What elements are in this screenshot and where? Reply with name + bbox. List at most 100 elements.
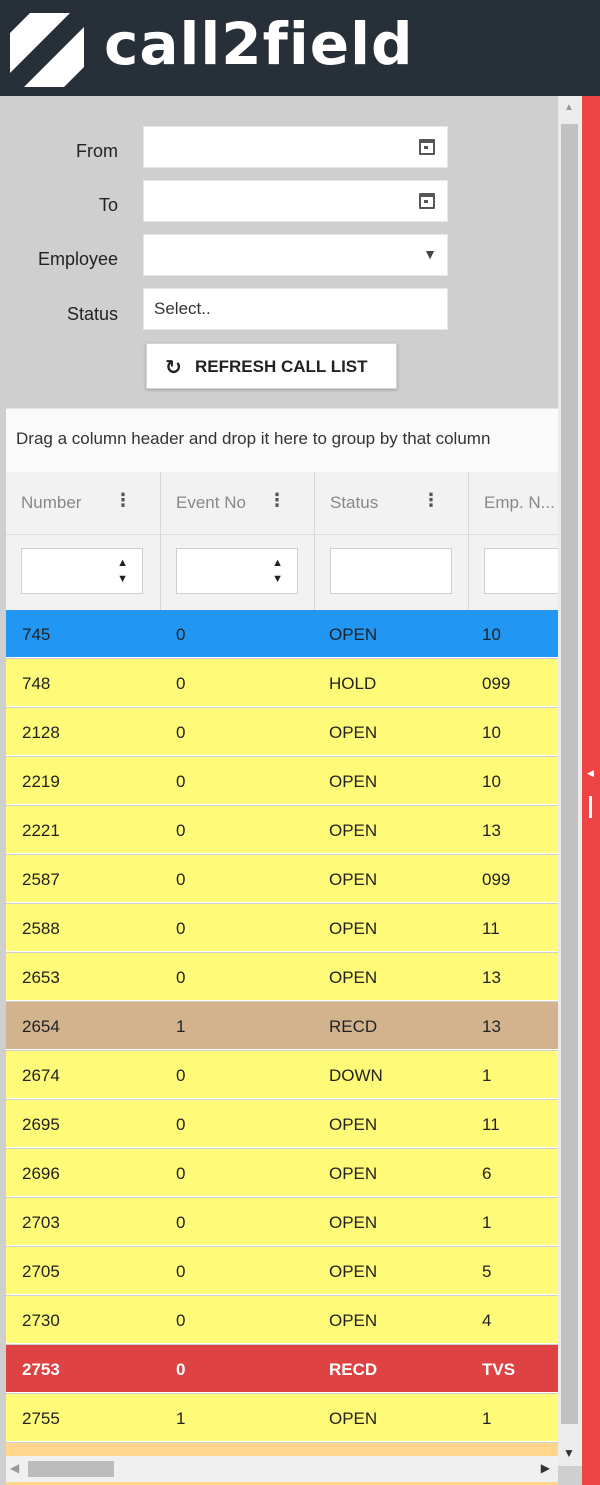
scroll-thumb[interactable] xyxy=(561,124,578,1424)
horizontal-scrollbar[interactable]: ◀ ▶ xyxy=(6,1456,558,1482)
group-drop-area[interactable]: Drag a column header and drop it here to… xyxy=(6,408,558,472)
scroll-right-icon[interactable]: ▶ xyxy=(541,1461,550,1475)
cell-number: 2653 xyxy=(22,968,60,987)
table-row[interactable]: 2654 1 RECD 13 xyxy=(6,1002,558,1050)
cell-status: OPEN xyxy=(329,1164,378,1183)
cell-emp: 099 xyxy=(482,674,511,693)
refresh-label: REFRESH CALL LIST xyxy=(195,357,368,376)
kebab-menu-icon[interactable]: ⋮ xyxy=(422,490,440,511)
table-row[interactable]: 2755 1 OPEN 1 xyxy=(6,1394,558,1442)
cell-number: 745 xyxy=(22,625,51,644)
cell-emp: 10 xyxy=(482,772,501,791)
cell-number: 2695 xyxy=(22,1115,60,1134)
cell-event: 0 xyxy=(176,625,186,644)
logo-icon xyxy=(10,13,84,87)
cell-event: 0 xyxy=(176,1262,186,1281)
table-row[interactable]: 2674 0 DOWN 1 xyxy=(6,1051,558,1099)
status-multiselect[interactable]: Select.. xyxy=(143,288,448,330)
refresh-call-list-button[interactable]: ↻ REFRESH CALL LIST xyxy=(146,343,397,389)
status-filter-input[interactable] xyxy=(330,548,452,594)
emp-no-filter-input[interactable] xyxy=(484,548,558,594)
cell-emp: 13 xyxy=(482,968,501,987)
cell-emp: 10 xyxy=(482,723,501,742)
table-row[interactable]: 2128 0 OPEN 10 xyxy=(6,708,558,756)
spin-arrows-icon[interactable]: ▲ ▼ xyxy=(272,555,283,587)
logo-text: call2field xyxy=(104,10,414,78)
cell-event: 1 xyxy=(176,1017,186,1036)
calendar-icon[interactable] xyxy=(419,139,435,155)
cell-number: 2755 xyxy=(22,1409,60,1428)
calendar-icon[interactable] xyxy=(419,193,435,209)
scroll-up-icon[interactable]: ▲ xyxy=(564,102,574,113)
column-header-emp-no[interactable]: Emp. N... xyxy=(468,472,558,610)
cell-status: RECD xyxy=(329,1017,378,1036)
cell-event: 0 xyxy=(176,1311,186,1330)
cell-event: 1 xyxy=(176,1409,186,1428)
cell-number: 2654 xyxy=(22,1017,60,1036)
to-date-input[interactable] xyxy=(143,180,448,222)
from-label: From xyxy=(76,141,118,161)
cell-emp: 6 xyxy=(482,1164,492,1183)
caret-down-icon[interactable]: ▼ xyxy=(423,246,437,262)
kebab-menu-icon[interactable]: ⋮ xyxy=(268,490,286,511)
table-row[interactable]: 2221 0 OPEN 13 xyxy=(6,806,558,854)
cell-emp: 11 xyxy=(482,1115,500,1134)
event-no-filter-input[interactable]: ▲ ▼ xyxy=(176,548,298,594)
scroll-left-icon[interactable]: ◀ xyxy=(10,1461,19,1475)
cell-emp: 10 xyxy=(482,625,501,644)
scroll-thumb[interactable] xyxy=(28,1461,114,1477)
table-row[interactable]: 2588 0 OPEN 11 xyxy=(6,904,558,952)
cell-emp: 5 xyxy=(482,1262,492,1281)
table-row[interactable]: 2703 0 OPEN 1 xyxy=(6,1198,558,1246)
cell-emp: TVS xyxy=(482,1360,516,1379)
table-row[interactable]: 2705 0 OPEN 5 xyxy=(6,1247,558,1295)
cell-status: OPEN xyxy=(329,1262,378,1281)
vertical-scrollbar[interactable]: ▲ ▼ xyxy=(558,96,582,1466)
table-row[interactable]: 2219 0 OPEN 10 xyxy=(6,757,558,805)
column-header-event-no[interactable]: Event No ⋮ ▲ ▼ xyxy=(160,472,314,610)
call-list-panel: From To Employee ▼ Status Select.. ↻ REF… xyxy=(0,96,582,1485)
table-row[interactable]: 2695 0 OPEN 11 xyxy=(6,1100,558,1148)
cell-event: 0 xyxy=(176,674,186,693)
cell-status: RECD xyxy=(329,1360,378,1379)
number-filter-input[interactable]: ▲ ▼ xyxy=(21,548,143,594)
filter-panel: From To Employee ▼ Status Select.. ↻ REF… xyxy=(0,96,558,408)
cell-number: 2696 xyxy=(22,1164,60,1183)
cell-emp: 11 xyxy=(482,919,500,938)
spin-arrows-icon[interactable]: ▲ ▼ xyxy=(117,555,128,587)
employee-select[interactable]: ▼ xyxy=(143,234,448,276)
cell-event: 0 xyxy=(176,821,186,840)
cell-number: 2753 xyxy=(22,1360,60,1379)
cell-emp: 099 xyxy=(482,870,511,889)
table-row[interactable]: 748 0 HOLD 099 xyxy=(6,659,558,707)
kebab-menu-icon[interactable]: ⋮ xyxy=(114,490,132,511)
cell-status: DOWN xyxy=(329,1066,383,1085)
table-row[interactable]: 2753 0 RECD TVS xyxy=(6,1345,558,1393)
cell-number: 2219 xyxy=(22,772,60,791)
cell-status: OPEN xyxy=(329,772,378,791)
cell-event: 0 xyxy=(176,870,186,889)
table-row[interactable]: 2587 0 OPEN 099 xyxy=(6,855,558,903)
cell-status: OPEN xyxy=(329,723,378,742)
scroll-down-icon[interactable]: ▼ xyxy=(563,1446,575,1460)
cell-status: OPEN xyxy=(329,968,378,987)
collapse-arrow-icon[interactable]: ◀ xyxy=(587,768,594,779)
drag-handle-icon[interactable] xyxy=(589,796,592,818)
table-row[interactable]: 2696 0 OPEN 6 xyxy=(6,1149,558,1197)
grid-header: Number ⋮ ▲ ▼ Event No ⋮ ▲ ▼ Status ⋮ Emp. … xyxy=(6,472,558,610)
cell-number: 2588 xyxy=(22,919,60,938)
cell-status: OPEN xyxy=(329,919,378,938)
from-date-input[interactable] xyxy=(143,126,448,168)
cell-emp: 1 xyxy=(482,1066,492,1085)
table-row[interactable]: 2730 0 OPEN 4 xyxy=(6,1296,558,1344)
side-panel-toggle[interactable]: ◀ xyxy=(582,96,600,1485)
table-row[interactable]: 2653 0 OPEN 13 xyxy=(6,953,558,1001)
cell-emp: 13 xyxy=(482,821,501,840)
column-header-number[interactable]: Number ⋮ ▲ ▼ xyxy=(6,472,160,610)
cell-emp: 4 xyxy=(482,1311,492,1330)
cell-number: 748 xyxy=(22,674,51,693)
table-row[interactable]: 745 0 OPEN 10 xyxy=(6,610,558,658)
column-header-status[interactable]: Status ⋮ xyxy=(314,472,468,610)
cell-status: OPEN xyxy=(329,1311,378,1330)
cell-emp: 13 xyxy=(482,1017,501,1036)
